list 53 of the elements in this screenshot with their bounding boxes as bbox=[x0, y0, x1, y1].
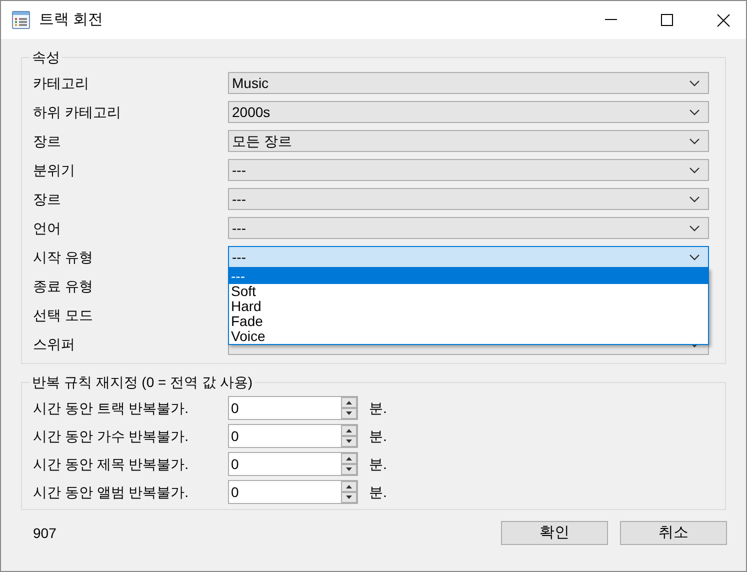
field-label: 장르 bbox=[33, 132, 62, 150]
track-count: 907 bbox=[33, 524, 56, 542]
unit-label: 분. bbox=[369, 398, 387, 418]
unit-label: 분. bbox=[369, 482, 387, 502]
dropdown-option[interactable]: --- bbox=[229, 269, 708, 284]
field-label: 스위퍼 bbox=[33, 334, 76, 354]
maximize-icon bbox=[661, 14, 673, 26]
dropdown[interactable]: --- bbox=[228, 217, 709, 239]
chevron-down-icon bbox=[689, 196, 700, 202]
dropdown-option[interactable]: Soft bbox=[229, 284, 708, 299]
number-spinner[interactable]: 0 bbox=[228, 396, 358, 420]
field-label: 분위기 bbox=[33, 160, 76, 180]
chevron-down-icon bbox=[689, 166, 700, 174]
field-label: 선택 모드 bbox=[33, 306, 94, 324]
chevron-down-icon bbox=[689, 224, 700, 232]
dialog-button[interactable]: 확인 bbox=[501, 521, 608, 545]
dropdown-option[interactable]: Voice bbox=[229, 329, 708, 344]
spin-arrows-icon bbox=[341, 481, 357, 503]
field-label: 카테고리 bbox=[33, 74, 90, 92]
app-icon bbox=[12, 11, 30, 29]
number-spinner[interactable]: 0 bbox=[228, 480, 358, 504]
field-label: 시간 동안 앨범 반복불가. bbox=[33, 482, 190, 502]
field-label: 언어 bbox=[33, 218, 62, 238]
chevron-down-icon bbox=[689, 80, 700, 86]
dropdown-option[interactable]: Fade bbox=[229, 314, 708, 329]
field-label: 시작 유형 bbox=[33, 248, 94, 266]
number-spinner[interactable]: 0 bbox=[228, 452, 358, 476]
dropdown-option[interactable]: Hard bbox=[229, 299, 708, 314]
window-title: 트랙 회전 bbox=[39, 10, 104, 30]
dialog-button[interactable]: 취소 bbox=[620, 521, 727, 545]
spin-arrows-icon bbox=[341, 425, 357, 447]
dropdown[interactable]: --- bbox=[228, 159, 709, 181]
field-label: 장르 bbox=[33, 190, 62, 208]
unit-label: 분. bbox=[369, 454, 387, 474]
number-spinner[interactable]: 0 bbox=[228, 424, 358, 448]
chevron-down-icon bbox=[689, 254, 700, 260]
spin-arrows-icon bbox=[341, 397, 357, 419]
dropdown[interactable]: 모든 장르 bbox=[228, 130, 709, 152]
dropdown[interactable]: --- bbox=[228, 246, 709, 268]
dropdown[interactable]: 2000s bbox=[228, 101, 709, 123]
field-label: 시간 동안 트랙 반복불가. bbox=[33, 398, 190, 418]
field-label: 시간 동안 가수 반복불가. bbox=[33, 426, 190, 446]
dropdown[interactable]: --- bbox=[228, 188, 709, 210]
close-icon bbox=[716, 14, 730, 26]
chevron-down-icon bbox=[689, 138, 700, 144]
minimize-icon bbox=[605, 19, 617, 21]
field-label: 종료 유형 bbox=[33, 276, 94, 296]
chevron-down-icon bbox=[689, 108, 700, 116]
field-label: 시간 동안 제목 반복불가. bbox=[33, 454, 190, 474]
field-label: 하위 카테고리 bbox=[33, 102, 122, 122]
spin-arrows-icon bbox=[341, 453, 357, 475]
dropdown[interactable]: Music bbox=[228, 72, 709, 94]
unit-label: 분. bbox=[369, 426, 387, 446]
